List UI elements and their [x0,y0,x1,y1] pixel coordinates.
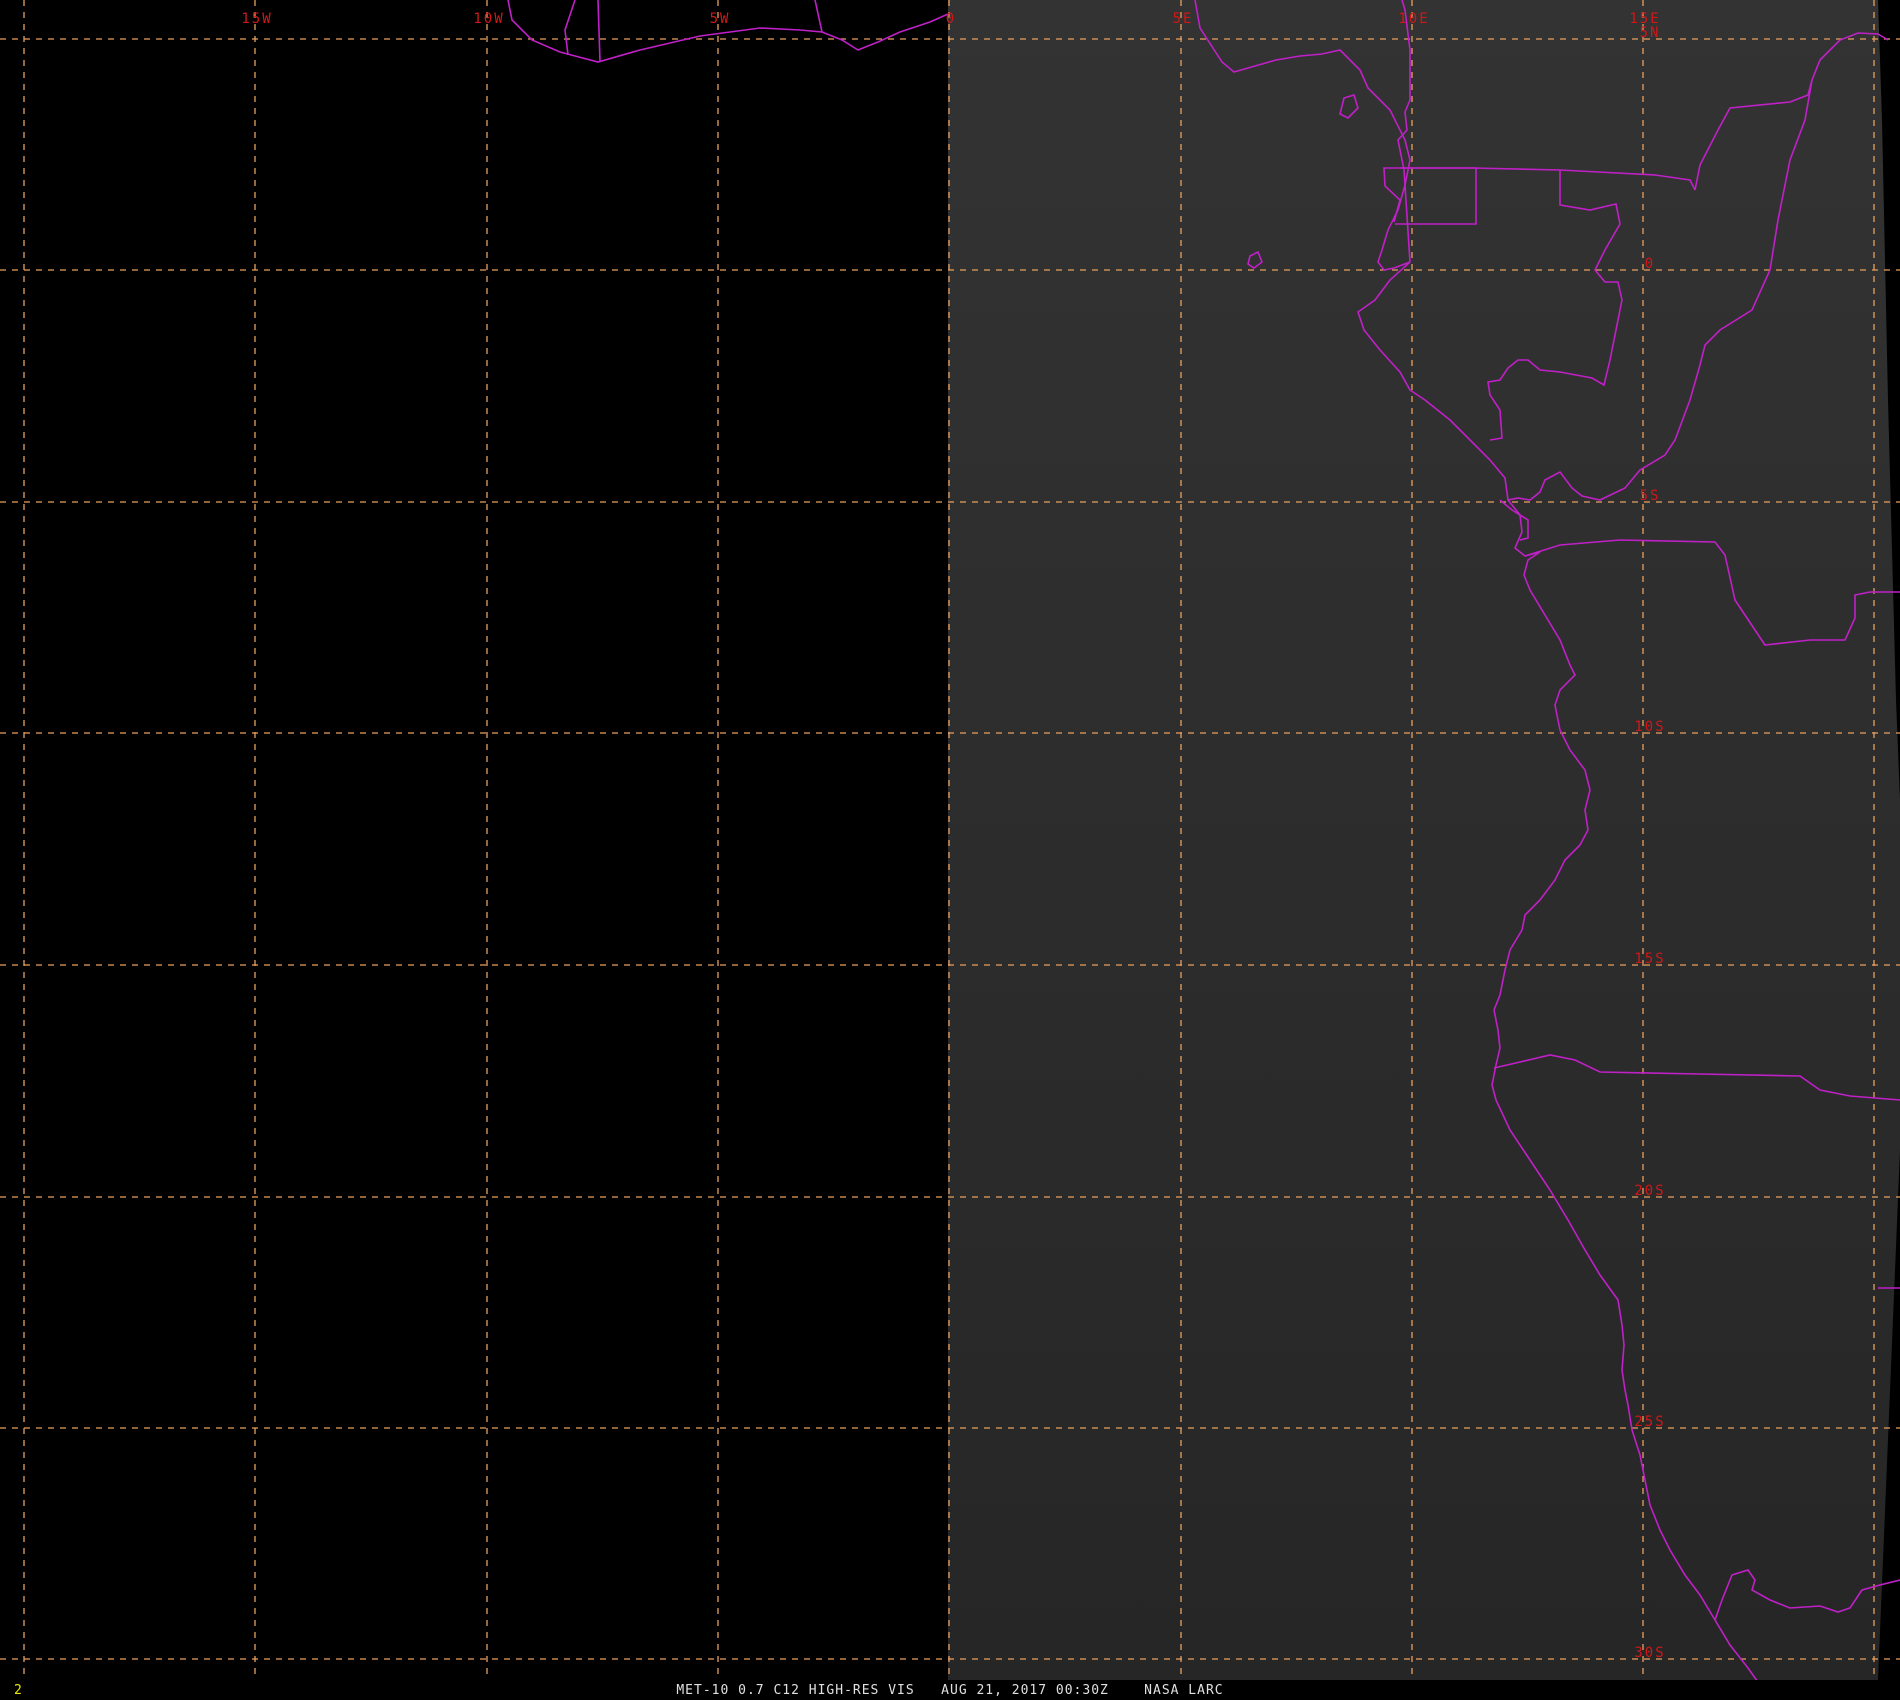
latitude-label: 5S [1640,488,1661,504]
image-caption: MET-10 0.7 C12 HIGH-RES VIS AUG 21, 2017… [676,1683,1224,1698]
latitude-label: 15S [1634,951,1665,967]
longitude-label: 15W [241,11,272,27]
latitude-label: 30S [1634,1645,1665,1661]
longitude-label: 10E [1398,11,1429,27]
longitude-label: 5E [1173,11,1194,27]
longitude-label: 0 [946,11,956,27]
latitude-label: 20S [1634,1183,1665,1199]
longitude-label: 10W [473,11,504,27]
longitude-label: 5W [710,11,731,27]
latitude-label: 0 [1645,256,1655,272]
satellite-map: 15W 10W 5W 0 5E 10E 15E 5N05S10S15S20S25S30S [0,0,1900,1700]
latitude-label: 5N [1640,25,1661,41]
latitude-label: 10S [1634,719,1665,735]
latitude-label: 25S [1634,1414,1665,1430]
